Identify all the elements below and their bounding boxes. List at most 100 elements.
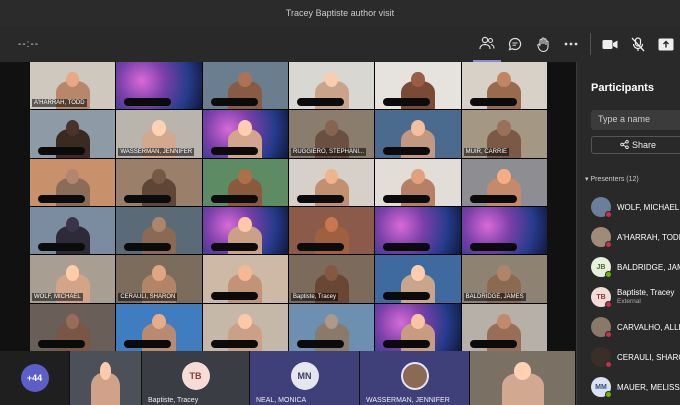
mic-off-icon[interactable] xyxy=(624,26,652,62)
video-tile[interactable] xyxy=(289,303,375,351)
participant-list-item[interactable]: A'HARRAH, TODD xyxy=(591,222,680,252)
panel-title: Participants xyxy=(591,82,654,94)
video-tile[interactable] xyxy=(289,62,375,110)
video-tile[interactable] xyxy=(116,62,202,110)
participants-panel: Participants Type a name Share ▾ Present… xyxy=(576,62,680,405)
toolbar-divider xyxy=(590,33,591,55)
video-tile[interactable]: WASSERMAN, JENNIFER xyxy=(116,110,202,158)
presence-status-icon xyxy=(605,271,612,278)
participant-name: BALDRIDGE, JAMES xyxy=(617,262,680,272)
video-tile[interactable]: CERAULI, SHARON xyxy=(116,255,202,303)
video-tile[interactable] xyxy=(375,206,461,255)
meeting-timer: --:-- xyxy=(18,39,40,50)
redacted-name-bar xyxy=(297,98,344,107)
video-tile[interactable]: WOLF, MICHAEL xyxy=(30,255,116,303)
avatar: JB xyxy=(591,257,612,278)
share-tray-icon[interactable] xyxy=(652,26,680,62)
redacted-name-bar xyxy=(297,243,344,252)
raise-hand-icon[interactable] xyxy=(529,26,557,62)
redacted-name-bar xyxy=(210,98,258,107)
video-tile-name: MUIR, CARRIE xyxy=(463,147,509,156)
participant-tile-name: WASSERMAN, JENNIFER xyxy=(366,397,450,404)
participant-list: WOLF, MICHAEL A'HARRAH, TODD JB BALDRIDGE, … xyxy=(591,192,680,402)
video-tile[interactable] xyxy=(461,206,547,255)
video-tile[interactable] xyxy=(30,158,116,206)
participant-tile[interactable]: MN NEAL, MONICA xyxy=(250,351,360,405)
video-tile[interactable] xyxy=(116,158,202,206)
presence-status-icon xyxy=(605,301,612,308)
video-tile[interactable] xyxy=(470,351,576,405)
participant-video xyxy=(91,372,120,405)
participant-name-block: CARVALHO, ALLISON xyxy=(617,323,680,332)
video-tile[interactable] xyxy=(202,255,288,303)
camera-icon[interactable] xyxy=(596,26,624,62)
participant-list-item[interactable]: MM MAUER, MELISSA xyxy=(591,372,680,402)
avatar xyxy=(591,347,612,368)
participant-name: CERAULI, SHARON xyxy=(617,352,680,362)
participant-tile[interactable]: WASSERMAN, JENNIFER xyxy=(360,351,470,405)
redacted-name-bar xyxy=(469,98,517,107)
redacted-name-bar xyxy=(210,291,258,300)
video-tile[interactable] xyxy=(202,158,288,206)
participant-list-item[interactable]: CARVALHO, ALLISON xyxy=(591,312,680,342)
video-tile[interactable] xyxy=(116,303,202,351)
video-tile[interactable] xyxy=(202,62,288,110)
participant-name: A'HARRAH, TODD xyxy=(617,232,680,242)
video-tile[interactable] xyxy=(116,206,202,255)
participant-search-input[interactable]: Type a name xyxy=(591,110,680,130)
video-tile[interactable] xyxy=(375,110,461,158)
avatar xyxy=(591,227,612,248)
video-tile[interactable] xyxy=(461,303,547,351)
share-invite-button[interactable]: Share xyxy=(591,136,680,154)
video-tile[interactable] xyxy=(461,158,547,206)
participant-subtitle: External xyxy=(617,298,641,305)
video-tile[interactable]: BALDRIDGE, JAMES xyxy=(461,255,547,303)
video-tile[interactable] xyxy=(70,351,142,405)
video-tile[interactable] xyxy=(375,255,461,303)
participant-name: CARVALHO, ALLISON xyxy=(617,322,680,332)
video-tile-name: BALDRIDGE, JAMES xyxy=(463,292,526,301)
video-tile[interactable] xyxy=(30,110,116,158)
video-tile[interactable] xyxy=(202,110,288,158)
video-tile[interactable] xyxy=(289,158,375,206)
video-tile[interactable] xyxy=(202,206,288,255)
redacted-name-bar xyxy=(124,339,172,348)
video-tile[interactable] xyxy=(375,303,461,351)
video-tile[interactable] xyxy=(375,158,461,206)
avatar: TB xyxy=(181,362,210,390)
avatar: MN xyxy=(290,362,319,390)
participant-list-item[interactable]: TB Baptiste, Tracey External xyxy=(591,282,680,312)
share-label: Share xyxy=(632,140,657,150)
video-tile[interactable]: RUGGIERO, STEPHANI... xyxy=(289,110,375,158)
video-tile[interactable] xyxy=(461,62,547,110)
redacted-name-bar xyxy=(38,194,85,203)
video-tile[interactable] xyxy=(289,206,375,255)
video-tile[interactable]: MUIR, CARRIE xyxy=(461,110,547,158)
video-tile[interactable] xyxy=(202,303,288,351)
video-tile[interactable] xyxy=(375,62,461,110)
participant-name-block: A'HARRAH, TODD xyxy=(617,233,680,242)
participant-name-block: CERAULI, SHARON xyxy=(617,353,680,362)
chat-icon[interactable] xyxy=(501,26,529,62)
redacted-name-bar xyxy=(210,146,258,155)
participant-list-item[interactable]: WOLF, MICHAEL xyxy=(591,192,680,222)
video-tile[interactable] xyxy=(30,206,116,255)
overflow-strip: +44 TB Baptiste, Tracey MN NEAL, MONICA WASSE… xyxy=(0,351,576,405)
more-icon[interactable] xyxy=(557,26,585,62)
participant-list-item[interactable]: CERAULI, SHARON xyxy=(591,342,680,372)
presenters-section-header[interactable]: ▾ Presenters (12) xyxy=(585,175,639,183)
video-tile[interactable] xyxy=(30,303,116,351)
redacted-name-bar xyxy=(124,243,172,252)
meeting-toolbar: --:-- xyxy=(0,26,680,62)
presence-status-icon xyxy=(605,211,612,218)
participant-list-item[interactable]: JB BALDRIDGE, JAMES xyxy=(591,252,680,282)
video-tile[interactable]: Baptiste, Tracey xyxy=(289,255,375,303)
video-tile[interactable]: A'HARRAH, TODD xyxy=(30,62,116,110)
video-tile-name: Baptiste, Tracey xyxy=(291,292,339,301)
avatar-initials: JB xyxy=(596,263,606,271)
people-icon[interactable] xyxy=(473,26,501,62)
redacted-name-bar xyxy=(297,339,344,348)
participant-tile-name: NEAL, MONICA xyxy=(256,397,307,404)
more-participants-button[interactable]: +44 xyxy=(0,351,70,405)
participant-tile[interactable]: TB Baptiste, Tracey xyxy=(142,351,250,405)
